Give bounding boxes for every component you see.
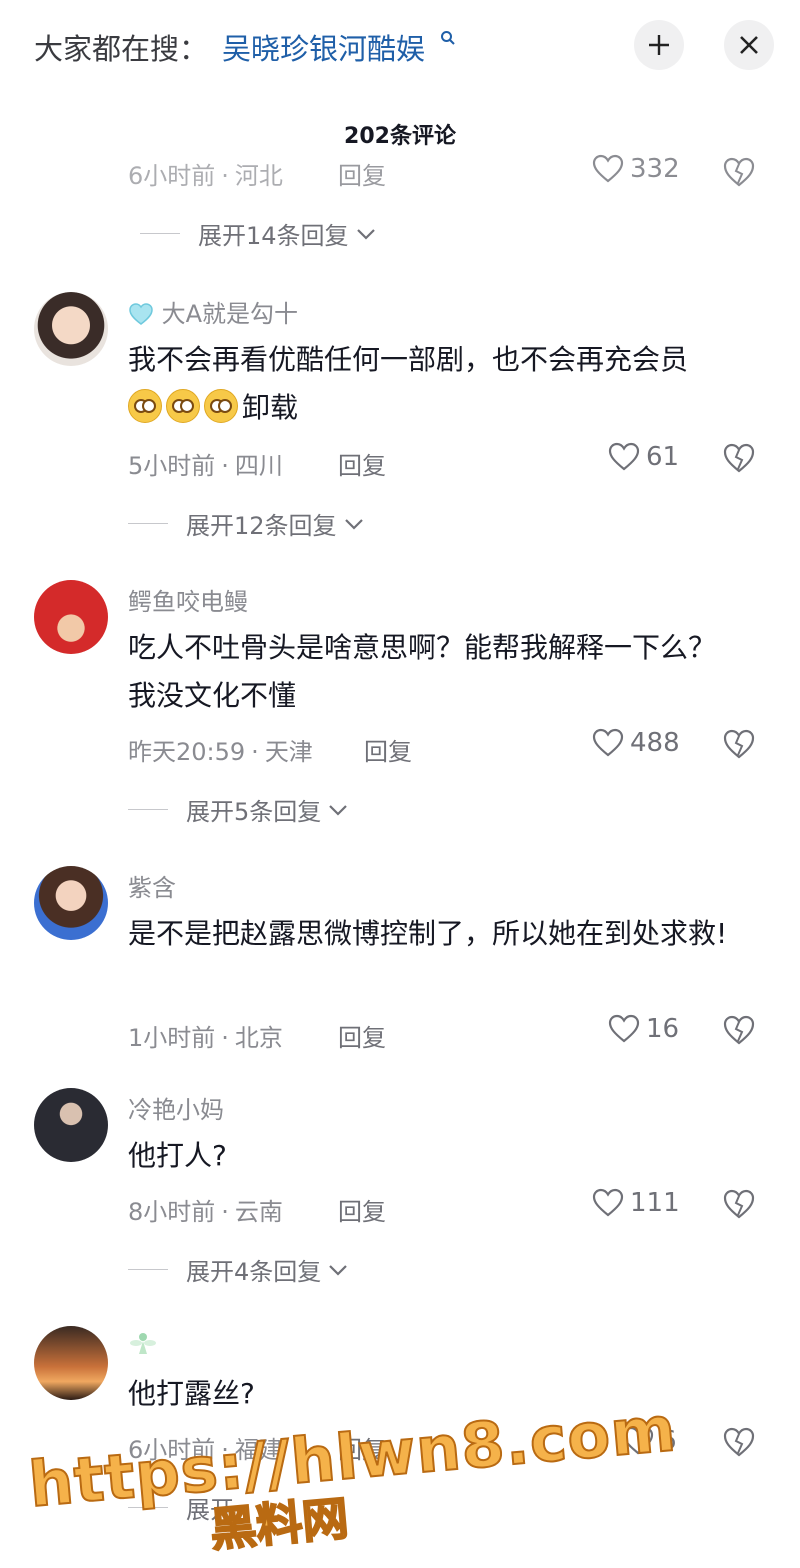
like-count: 111 xyxy=(630,1188,680,1218)
comment-meta: 1小时前 · 北京 xyxy=(128,1024,283,1052)
collapse-button[interactable] xyxy=(634,20,684,70)
like-button[interactable]: 332 xyxy=(592,154,680,184)
like-button[interactable]: 61 xyxy=(608,442,679,472)
watermark-url: https://hlwn8.com xyxy=(25,1391,680,1522)
comment-time: 5小时前 xyxy=(128,452,216,480)
expand-replies-label: 展开14条回复 xyxy=(198,222,349,250)
comment-location: 北京 xyxy=(234,1024,283,1052)
like-count: 61 xyxy=(646,442,680,472)
heart-icon xyxy=(592,728,624,757)
avatar[interactable] xyxy=(34,866,108,940)
dislike-icon[interactable] xyxy=(722,1426,756,1458)
comment-username[interactable]: 鳄鱼咬电鳗 xyxy=(128,582,248,617)
avatar[interactable] xyxy=(34,580,108,654)
heart-badge-icon xyxy=(129,303,153,325)
search-term-link[interactable]: 吴晓珍银河酷娱 xyxy=(222,26,425,68)
heart-icon xyxy=(608,442,640,471)
comment-time: 1小时前 xyxy=(128,1024,216,1052)
close-icon xyxy=(740,36,758,54)
like-button[interactable]: 111 xyxy=(592,1188,680,1218)
comment-time: 昨天20:59 xyxy=(128,738,246,766)
comment-location: 四川 xyxy=(234,452,283,480)
comment-time: 6小时前 xyxy=(128,162,216,190)
avatar[interactable] xyxy=(34,292,108,366)
expand-replies-label: 展开12条回复 xyxy=(186,512,337,540)
watermark: https://hlwn8.com 黑料网 xyxy=(25,1391,680,1558)
like-count: 16 xyxy=(646,1014,680,1044)
expand-replies-button[interactable]: 展开14条回复 xyxy=(140,216,377,251)
heart-icon xyxy=(592,1188,624,1217)
expand-replies-button[interactable]: 展开12条回复 xyxy=(128,506,365,541)
emoji-icon xyxy=(204,389,238,423)
chevron-down-icon xyxy=(329,804,348,816)
divider-line xyxy=(128,523,168,524)
comment-meta: 昨天20:59 · 天津 xyxy=(128,738,313,766)
like-count: 332 xyxy=(630,154,680,184)
avatar[interactable] xyxy=(34,1088,108,1162)
dislike-icon[interactable] xyxy=(722,1188,756,1220)
like-button[interactable]: 488 xyxy=(592,728,680,758)
like-count: 488 xyxy=(630,728,680,758)
comment-text: 他打人? xyxy=(128,1139,227,1172)
comment-location: 云南 xyxy=(234,1198,283,1226)
heart-icon xyxy=(608,1014,640,1043)
comment-location: 天津 xyxy=(264,738,313,766)
fairy-icon xyxy=(130,1333,156,1354)
reply-button[interactable]: 回复 xyxy=(338,1018,386,1053)
emoji-icon xyxy=(128,389,162,423)
avatar[interactable] xyxy=(34,1326,108,1400)
dislike-icon[interactable] xyxy=(722,1014,756,1046)
dislike-icon[interactable] xyxy=(722,156,756,188)
comment-text: 吃人不吐骨头是啥意思啊？能帮我解释一下么？我没文化不懂 xyxy=(128,631,717,712)
dislike-icon[interactable] xyxy=(722,442,756,474)
comment-time: 8小时前 xyxy=(128,1198,216,1226)
heart-icon xyxy=(592,154,624,183)
divider-line xyxy=(140,233,180,234)
expand-replies-button[interactable]: 展开5条回复 xyxy=(128,792,349,827)
chevron-down-icon xyxy=(329,1264,348,1276)
reply-button[interactable]: 回复 xyxy=(338,1192,386,1227)
comment-location: 河北 xyxy=(234,162,283,190)
reply-button[interactable]: 回复 xyxy=(364,732,412,767)
comment-username[interactable] xyxy=(128,1328,158,1364)
comments-panel: 大家都在搜： 吴晓珍银河酷娱 202条评论 6小时前 · 河北 回复 332 展… xyxy=(0,0,800,1568)
divider-line xyxy=(128,809,168,810)
chevron-down-icon xyxy=(344,518,363,530)
comment-meta: 5小时前 · 四川 xyxy=(128,452,283,480)
close-button[interactable] xyxy=(724,20,774,70)
dislike-icon[interactable] xyxy=(722,728,756,760)
comment-meta: 8小时前 · 云南 xyxy=(128,1198,283,1226)
reply-button[interactable]: 回复 xyxy=(338,446,386,481)
search-icon[interactable] xyxy=(440,30,456,46)
expand-replies-label: 展开4条回复 xyxy=(186,1258,322,1286)
expand-replies-button[interactable]: 展开4条回复 xyxy=(128,1252,349,1287)
watermark-site-name: 黑料网 xyxy=(207,1490,351,1558)
collapse-icon xyxy=(649,35,669,55)
expand-replies-label: 展开5条回复 xyxy=(186,798,322,826)
comment-username[interactable]: 紫含 xyxy=(128,868,176,903)
comment-username[interactable]: 大A就是勾十 xyxy=(128,294,298,329)
emoji-icon xyxy=(166,389,200,423)
comment-text: 是不是把赵露思微博控制了，所以她在到处求救! xyxy=(128,917,728,950)
comment-username[interactable]: 冷艳小妈 xyxy=(128,1090,224,1125)
chevron-down-icon xyxy=(356,228,375,240)
like-button[interactable]: 16 xyxy=(608,1014,679,1044)
search-prefix: 大家都在搜： xyxy=(34,32,209,66)
comment-text: 我不会再看优酷任何一部剧，也不会再充会员 卸载 xyxy=(128,343,689,424)
search-suggestion-bar: 大家都在搜： 吴晓珍银河酷娱 xyxy=(0,0,800,96)
reply-button[interactable]: 回复 xyxy=(338,156,386,191)
comment-meta: 6小时前 · 河北 xyxy=(128,162,283,190)
comment-count-title: 202条评论 xyxy=(344,124,456,149)
divider-line xyxy=(128,1269,168,1270)
